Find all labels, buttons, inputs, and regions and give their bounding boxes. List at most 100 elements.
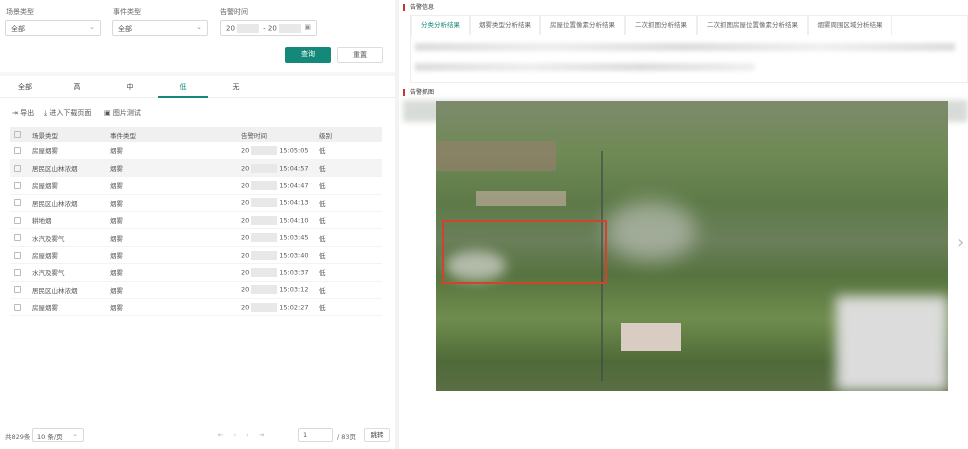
tab-second-capture-house-pixel[interactable]: 二次抓图房屋位置像素分析结果	[697, 15, 808, 35]
prev-page-icon[interactable]: ‹	[233, 431, 246, 439]
cell-clock: 15:03:37	[279, 268, 309, 277]
select-all-checkbox[interactable]	[14, 131, 21, 138]
cell-scene: 房屋烟雾	[28, 298, 106, 317]
header-level: 级别	[315, 127, 382, 142]
cell-time: 20 15:03:40	[237, 246, 315, 265]
cell-time: 20 15:04:47	[237, 176, 315, 195]
cell-date: 20	[241, 285, 250, 294]
table-row[interactable]: 房屋烟雾 烟雾 20 15:02:27 低	[10, 298, 382, 317]
tab-smoke-type[interactable]: 烟雾类型分析结果	[470, 15, 540, 35]
cell-level: 低	[315, 228, 382, 247]
alarm-list-panel: 场景类型 全部 ⌄ 事件类型 全部 ⌄ 告警时间 20 - 20 ▣ 查询 重置 全部…	[0, 0, 395, 449]
header-time: 告警时间	[237, 127, 315, 142]
table-row[interactable]: 水汽及雾气 烟雾 20 15:03:37 低	[10, 263, 382, 282]
cell-clock: 15:03:45	[279, 233, 309, 242]
event-type-select[interactable]: 全部 ⌄	[112, 20, 208, 36]
table-row[interactable]: 居民区山林浓烟 烟雾 20 15:04:13 低	[10, 194, 382, 213]
cell-date: 20	[241, 164, 250, 173]
row-checkbox[interactable]	[14, 234, 21, 242]
calendar-icon: ▣	[304, 23, 311, 31]
cell-scene: 居民区山林浓烟	[28, 281, 106, 300]
jump-button[interactable]: 跳转	[364, 428, 390, 442]
cell-time: 20 15:03:37	[237, 263, 315, 282]
tab-none[interactable]: 无	[211, 82, 261, 92]
cell-level: 低	[315, 159, 382, 178]
cell-event: 烟雾	[106, 211, 237, 230]
page-count: / 83页	[337, 433, 357, 441]
last-page-icon[interactable]: ⇥	[259, 431, 274, 439]
cell-scene: 水汽及雾气	[28, 263, 106, 282]
export-button[interactable]: ⇥ 导出	[12, 108, 34, 118]
tab-second-capture[interactable]: 二次抓图分析结果	[625, 15, 697, 35]
cell-time: 20 15:04:57	[237, 159, 315, 178]
image-test-label: 图片测试	[112, 109, 141, 117]
table-row[interactable]: 耕地烟 烟雾 20 15:04:10 低	[10, 211, 382, 230]
row-checkbox[interactable]	[14, 268, 21, 276]
cell-date: 20	[241, 181, 250, 190]
level-tabs: 全部 高 中 低 无	[0, 78, 395, 98]
tab-all[interactable]: 全部	[0, 82, 50, 92]
cell-scene: 水汽及雾气	[28, 228, 106, 247]
tab-medium[interactable]: 中	[105, 82, 155, 92]
detection-box	[442, 220, 607, 284]
download-page-button[interactable]: ⤓ 进入下载页面	[44, 108, 91, 118]
cell-level: 低	[315, 298, 382, 317]
page-size-value: 10 条/页	[37, 433, 63, 441]
query-button[interactable]: 查询	[285, 47, 331, 63]
cell-level: 低	[315, 142, 382, 160]
next-page-icon[interactable]: ›	[246, 431, 259, 439]
table-row[interactable]: 居民区山林浓烟 烟雾 20 15:03:12 低	[10, 281, 382, 300]
cell-clock: 15:03:40	[279, 251, 309, 260]
image-test-button[interactable]: ▣ 图片测试	[104, 108, 141, 118]
alarm-time-label: 告警时间	[220, 8, 248, 16]
cell-event: 烟雾	[106, 228, 237, 247]
alarm-table: 场景类型 事件类型 告警时间 级别 房屋烟雾 烟雾 20 15:05:05 低 居…	[10, 127, 382, 317]
event-type-value: 全部	[118, 25, 132, 33]
cell-date: 20	[241, 303, 250, 312]
row-checkbox[interactable]	[14, 181, 21, 189]
cell-clock: 15:03:12	[279, 285, 309, 294]
row-checkbox[interactable]	[14, 286, 21, 294]
tab-high[interactable]: 高	[52, 82, 102, 92]
scene-type-value: 全部	[11, 25, 25, 33]
cell-time: 20 15:03:12	[237, 281, 315, 300]
row-checkbox[interactable]	[14, 164, 21, 172]
tab-low[interactable]: 低	[158, 82, 208, 98]
header-scene: 场景类型	[28, 127, 106, 142]
next-image-icon[interactable]: ›	[957, 232, 964, 253]
tab-house-pixel[interactable]: 房屋位置像素分析结果	[540, 15, 625, 35]
row-checkbox[interactable]	[14, 216, 21, 224]
table-row[interactable]: 房屋烟雾 烟雾 20 15:04:47 低	[10, 176, 382, 195]
chevron-down-icon: ⌄	[72, 430, 78, 438]
time-end: 20	[267, 24, 277, 33]
cell-event: 烟雾	[106, 176, 237, 195]
time-sep: -	[263, 24, 266, 33]
table-row[interactable]: 房屋烟雾 烟雾 20 15:03:40 低	[10, 246, 382, 265]
first-page-icon[interactable]: ⇤	[218, 431, 233, 439]
table-row[interactable]: 居民区山林浓烟 烟雾 20 15:04:57 低	[10, 159, 382, 178]
page-input[interactable]: 1	[298, 428, 333, 442]
scene-type-select[interactable]: 全部 ⌄	[5, 20, 101, 36]
tab-smoke-surroundings[interactable]: 烟雾周围区域分析结果	[808, 15, 892, 35]
tab-classification[interactable]: 分类分析结果	[411, 15, 470, 35]
cell-time: 20 15:04:13	[237, 194, 315, 213]
download-icon: ⤓	[44, 109, 48, 117]
alarm-image-title: 告警抓图	[403, 89, 434, 96]
row-checkbox[interactable]	[14, 199, 21, 207]
cell-clock: 15:04:57	[279, 164, 309, 173]
cell-clock: 15:05:05	[279, 146, 309, 155]
header-event: 事件类型	[106, 127, 237, 142]
table-row[interactable]: 房屋烟雾 烟雾 20 15:05:05 低	[10, 142, 382, 160]
table-row[interactable]: 水汽及雾气 烟雾 20 15:03:45 低	[10, 228, 382, 247]
page-size-select[interactable]: 10 条/页 ⌄	[32, 428, 84, 442]
cell-clock: 15:04:47	[279, 181, 309, 190]
chevron-down-icon: ⌄	[89, 23, 95, 31]
reset-button[interactable]: 重置	[337, 47, 383, 63]
cell-date: 20	[241, 251, 250, 260]
row-checkbox[interactable]	[14, 251, 21, 259]
row-checkbox[interactable]	[14, 303, 21, 311]
alarm-time-range[interactable]: 20 - 20 ▣	[220, 20, 317, 36]
row-checkbox[interactable]	[14, 146, 21, 154]
page-nav: ⇤‹›⇥	[218, 431, 274, 439]
cell-time: 20 15:02:27	[237, 298, 315, 317]
